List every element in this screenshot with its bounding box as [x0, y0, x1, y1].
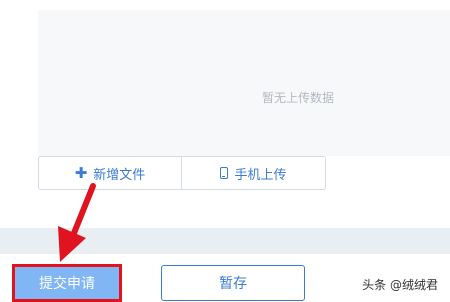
add-file-label: 新增文件 [93, 167, 146, 183]
watermark-text: 头条 @绒绒君 [362, 278, 438, 292]
mobile-upload-label: 手机上传 [234, 167, 287, 183]
add-file-button[interactable]: ✚ 新增文件 [38, 156, 182, 190]
plus-icon: ✚ [74, 164, 88, 182]
upload-panel: 暂无上传数据 ✚ 新增文件 手机上传 [0, 0, 450, 228]
mobile-upload-button[interactable]: 手机上传 [182, 156, 326, 190]
save-draft-button[interactable]: 暂存 [161, 265, 305, 301]
submit-label: 提交申请 [39, 276, 95, 292]
upload-button-group: ✚ 新增文件 手机上传 [38, 156, 326, 190]
section-divider [0, 228, 450, 254]
upload-drop-area[interactable]: 暂无上传数据 [38, 10, 450, 156]
phone-icon [220, 167, 229, 179]
draft-label: 暂存 [219, 276, 247, 292]
empty-state-text: 暂无上传数据 [261, 91, 334, 105]
submit-application-button[interactable]: 提交申请 [12, 264, 122, 302]
